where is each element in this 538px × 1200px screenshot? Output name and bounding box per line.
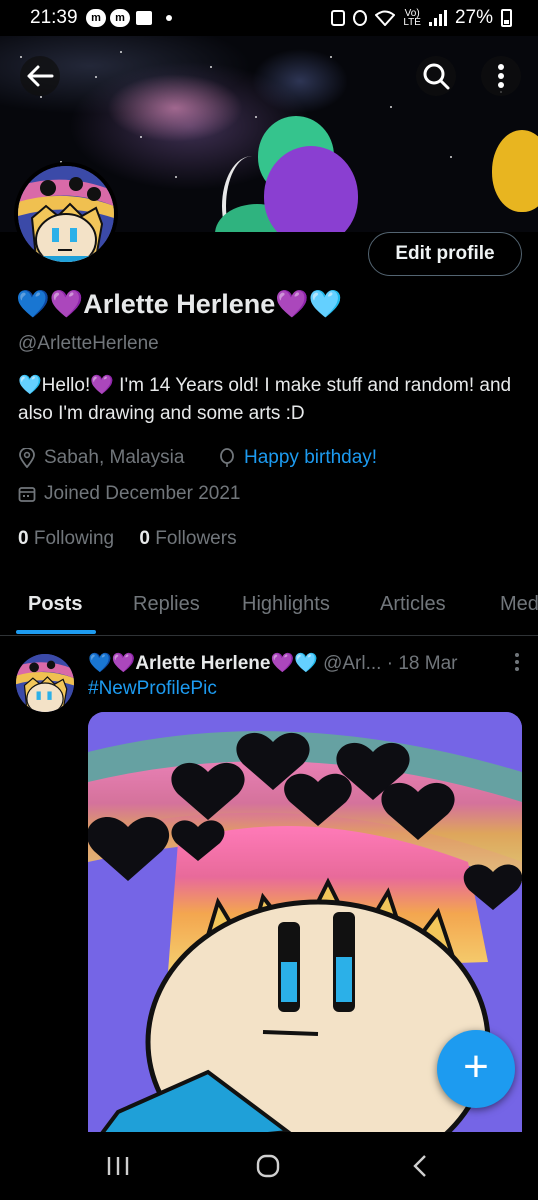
follow-stats: 0 Following 0 Followers [18, 528, 237, 550]
search-icon [423, 63, 450, 90]
balloon-yellow [492, 130, 538, 212]
status-time: 21:39 [30, 7, 78, 28]
sim-icon [331, 10, 346, 26]
post-avatar[interactable] [16, 654, 74, 712]
followers-label: Followers [155, 528, 237, 549]
followers-link[interactable]: 0 Followers [139, 528, 236, 549]
post-more-button[interactable] [514, 652, 520, 678]
avatar-illustration [18, 166, 114, 262]
app-notification-icon: m [110, 9, 130, 27]
video-icon [136, 11, 152, 25]
following-label: Following [33, 528, 115, 549]
search-button[interactable] [416, 56, 456, 96]
location-pin-icon [19, 448, 35, 468]
profile-location: Sabah, Malaysia [18, 447, 184, 469]
calendar-icon [18, 487, 36, 502]
followers-count: 0 [139, 528, 150, 549]
profile-tabs: Posts Replies Highlights Articles Media [0, 576, 538, 636]
following-count: 0 [18, 528, 29, 549]
profile-joined: Joined December 2021 [18, 483, 240, 505]
profile-birthday[interactable]: Happy birthday! [218, 447, 377, 469]
compose-post-button[interactable]: + [437, 1030, 515, 1108]
post-avatar-illustration [16, 654, 74, 712]
edit-profile-button[interactable]: Edit profile [368, 232, 522, 276]
profile-name: 💙💜Arlette Herlene💜🩵 [16, 289, 343, 319]
back-button[interactable] [20, 56, 60, 96]
profile-handle: @ArletteHerlene [18, 333, 159, 354]
status-bar: 21:39 m m Vo) LTE 27% [0, 0, 538, 36]
alarm-icon [353, 10, 368, 26]
tab-articles[interactable]: Articles [380, 593, 446, 616]
tab-posts[interactable]: Posts [28, 593, 82, 616]
wifi-icon [375, 10, 396, 26]
notification-icons: m m [86, 9, 172, 27]
more-vertical-icon [498, 64, 504, 88]
chevron-left-icon [413, 1155, 426, 1177]
battery-icon [501, 9, 512, 27]
system-navigation-bar [0, 1132, 538, 1200]
more-button[interactable] [481, 56, 521, 96]
recent-apps-button[interactable] [88, 1144, 148, 1188]
more-vertical-icon [515, 653, 519, 671]
post-author-handle[interactable]: @Arl... [323, 653, 381, 674]
system-icons: Vo) LTE 27% [331, 7, 512, 29]
post-hashtag[interactable]: #NewProfilePic [88, 678, 217, 700]
balloon-purple [264, 146, 358, 232]
recent-apps-icon [107, 1157, 129, 1175]
home-icon [256, 1154, 280, 1178]
profile-avatar[interactable] [14, 162, 118, 266]
signal-icon [428, 10, 447, 26]
battery-percent: 27% [454, 7, 493, 28]
home-button[interactable] [238, 1144, 298, 1188]
post-author-name[interactable]: 💙💜Arlette Herlene💜🩵 [88, 653, 318, 674]
post-date: · 18 Mar [386, 653, 458, 674]
joined-text: Joined December 2021 [44, 483, 241, 504]
arrow-left-icon [27, 65, 54, 87]
location-text: Sabah, Malaysia [44, 447, 185, 468]
more-notifications-icon [166, 15, 172, 21]
tab-highlights[interactable]: Highlights [242, 593, 330, 616]
post-header: 💙💜Arlette Herlene💜🩵 @Arl... · 18 Mar [88, 651, 528, 675]
profile-bio: 🩵Hello!💜 I'm 14 Years old! I make stuff … [18, 375, 512, 424]
active-tab-indicator [16, 630, 96, 634]
birthday-link[interactable]: Happy birthday! [244, 447, 377, 469]
app-notification-icon: m [86, 9, 106, 27]
tab-media[interactable]: Media [500, 593, 538, 616]
back-nav-button[interactable] [390, 1144, 450, 1188]
following-link[interactable]: 0 Following [18, 528, 114, 549]
tab-replies[interactable]: Replies [133, 593, 200, 616]
lte-icon: Vo) LTE [403, 8, 421, 28]
balloon-icon [220, 448, 234, 467]
